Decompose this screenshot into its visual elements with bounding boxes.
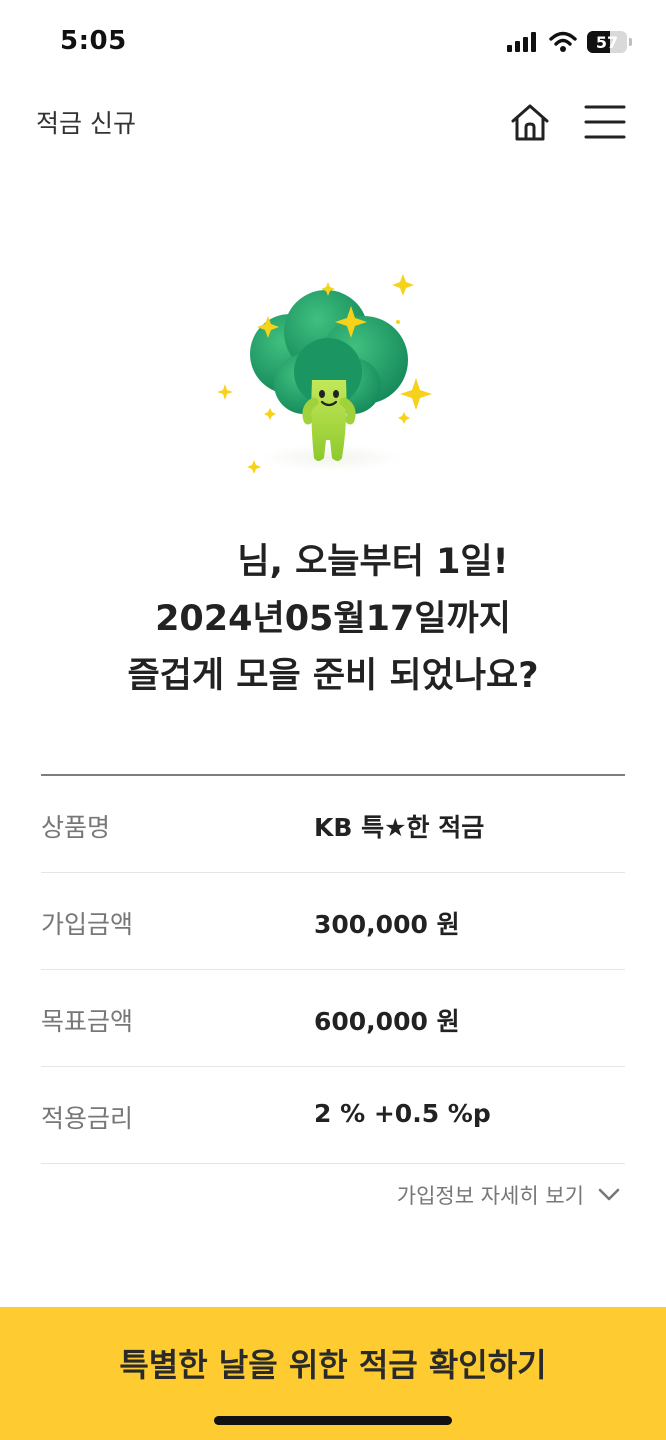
info-row-product-name: 상품명 KB 특★한 적금: [41, 776, 625, 873]
info-row-interest-rate: 적용금리 2 % +0.5 %p: [41, 1067, 625, 1164]
info-label: 적용금리: [41, 1104, 134, 1133]
product-info-table: 상품명 KB 특★한 적금 가입금액 300,000 원 목표금액 600,00…: [41, 774, 625, 1164]
page: 5:05 57 적금 신규 님, 오늘부터 1일! 2024년05월17일까지 …: [0, 0, 666, 1440]
status-icons: 57: [507, 28, 632, 56]
broccoli-mascot-illustration: [217, 274, 432, 474]
home-icon[interactable]: [508, 100, 552, 144]
confirm-savings-label: 특별한 날을 위한 적금 확인하기: [119, 1346, 547, 1384]
view-details-link[interactable]: 가입정보 자세히 보기: [397, 1180, 620, 1210]
status-time: 5:05: [60, 26, 127, 56]
info-label: 목표금액: [41, 1007, 134, 1036]
info-row-target-amount: 목표금액 600,000 원: [41, 970, 625, 1067]
page-title: 적금 신규: [36, 109, 136, 138]
info-value: KB 특★한 적금: [314, 813, 485, 842]
view-details-label: 가입정보 자세히 보기: [396, 1184, 584, 1208]
battery-cap: [629, 38, 632, 46]
info-label: 가입금액: [41, 910, 134, 939]
headline: 님, 오늘부터 1일! 2024년05월17일까지 즐겁게 모을 준비 되었나요…: [0, 534, 666, 705]
wifi-icon: [549, 31, 577, 52]
headline-line-1-text: 님, 오늘부터 1일!: [237, 542, 509, 582]
signal-icon: [507, 32, 536, 52]
home-indicator: [214, 1416, 452, 1425]
headline-line-1: 님, 오늘부터 1일!: [0, 534, 666, 591]
info-row-join-amount: 가입금액 300,000 원: [41, 873, 625, 970]
headline-line-2: 2024년05월17일까지: [155, 599, 511, 639]
info-value: 2 % +0.5 %p: [314, 1099, 491, 1128]
battery-level: 57: [595, 32, 619, 52]
info-value: 600,000 원: [314, 1007, 460, 1036]
chevron-down-icon: [598, 1188, 620, 1201]
info-value: 300,000 원: [314, 910, 460, 939]
info-label: 상품명: [41, 813, 111, 842]
headline-line-3: 즐겁게 모을 준비 되었나요?: [127, 656, 539, 696]
hamburger-menu-icon[interactable]: [584, 102, 626, 142]
battery-icon: 57: [587, 31, 627, 53]
